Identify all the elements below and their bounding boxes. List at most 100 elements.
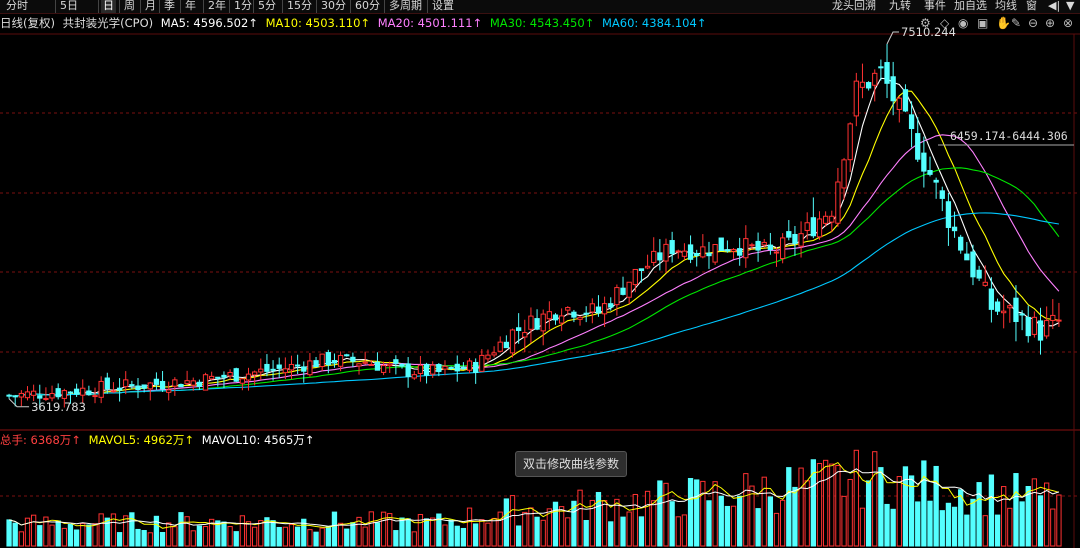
- candle-body: [110, 390, 117, 393]
- ma5-line: [9, 77, 1060, 397]
- volume-bar: [503, 498, 510, 547]
- candle-body: [1007, 305, 1013, 309]
- candle-body: [454, 363, 460, 372]
- candle-body: [123, 379, 129, 388]
- candle-body: [516, 327, 522, 331]
- candle-body: [116, 387, 123, 391]
- volume-bar: [485, 522, 491, 547]
- volume-bar: [841, 495, 847, 547]
- volume-bar: [737, 495, 743, 547]
- volume-bar: [896, 476, 902, 547]
- volume-bar: [350, 522, 356, 547]
- candle-body: [405, 363, 411, 378]
- volume-bar: [393, 530, 399, 547]
- candle-body: [282, 368, 288, 374]
- ma30-line: [9, 167, 1060, 397]
- volume-bar: [387, 513, 393, 547]
- volume-bar: [767, 496, 774, 547]
- volume-bar: [718, 495, 724, 547]
- candle-body: [908, 114, 915, 130]
- candle-body: [466, 360, 473, 371]
- volume-bar: [724, 505, 731, 547]
- volume-bar: [221, 521, 227, 547]
- volume-bar: [589, 499, 595, 547]
- candle-body: [442, 365, 448, 370]
- volume-bar: [964, 514, 970, 547]
- volume-bar: [116, 532, 123, 547]
- volume-bar: [141, 530, 147, 547]
- volume-bar: [460, 527, 467, 547]
- candle-body: [1056, 319, 1062, 322]
- volume-bar: [294, 526, 301, 547]
- volume-bar: [608, 521, 614, 547]
- candle-body: [614, 287, 620, 306]
- candle-body: [288, 363, 295, 371]
- candle-body: [1013, 297, 1019, 323]
- volume-bar: [927, 500, 933, 547]
- candle-body: [558, 315, 565, 324]
- candle-body: [270, 368, 276, 371]
- candle-body: [344, 354, 350, 357]
- volume-bar: [417, 514, 424, 547]
- candle-body: [362, 361, 368, 364]
- candle-body: [24, 391, 31, 399]
- volume-bar: [37, 525, 43, 547]
- candle-body: [865, 82, 872, 89]
- volume-bar: [172, 526, 178, 547]
- ma10-line: [9, 90, 1059, 397]
- candle-body: [30, 390, 37, 396]
- candle-body: [387, 363, 393, 367]
- volume-bar: [190, 530, 196, 547]
- volume-bar: [49, 524, 55, 547]
- volume-bar: [749, 485, 755, 547]
- candle-body: [915, 133, 921, 160]
- candle-body: [577, 316, 583, 320]
- volume-bar: [362, 526, 368, 547]
- volume-bar: [202, 526, 209, 547]
- volume-bar: [159, 532, 166, 547]
- candle-body: [356, 363, 362, 367]
- volume-bar: [129, 512, 135, 547]
- volume-bar: [915, 501, 921, 547]
- volume-bar: [644, 490, 651, 547]
- volume-bar: [540, 519, 546, 547]
- volume-bar: [994, 514, 1001, 547]
- volume-bar: [405, 518, 411, 547]
- volume-bar: [67, 523, 74, 547]
- volume-bar: [694, 479, 700, 547]
- candle-body: [166, 389, 172, 393]
- candle-body: [135, 385, 141, 391]
- candle-body: [37, 395, 43, 399]
- volume-bar: [153, 515, 160, 547]
- candle-body: [982, 281, 988, 286]
- candle-body: [245, 373, 252, 381]
- candle-body: [798, 233, 804, 247]
- candle-body: [104, 377, 110, 390]
- candle-body: [1037, 320, 1044, 341]
- candle-body: [724, 249, 731, 252]
- candle-body: [810, 217, 816, 237]
- candle-body: [546, 311, 552, 320]
- volume-bar: [104, 517, 110, 547]
- volume-bar: [233, 531, 239, 547]
- candle-body: [368, 363, 374, 366]
- candle-body: [196, 381, 203, 387]
- volume-bar: [288, 524, 295, 547]
- candle-body: [67, 391, 74, 394]
- candle-body: [534, 318, 540, 330]
- candle-body: [694, 252, 700, 257]
- volume-bar: [675, 516, 681, 547]
- range-label: 6459.174-6444.306: [950, 129, 1068, 143]
- candle-body: [657, 252, 663, 261]
- candle-body: [233, 368, 239, 382]
- volume-bar: [822, 459, 829, 547]
- candle-body: [816, 218, 823, 238]
- volume-bar: [798, 467, 804, 547]
- high-label: 7510.244: [901, 25, 956, 39]
- volume-bar: [466, 507, 473, 547]
- candle-body: [485, 354, 491, 360]
- candle-body: [933, 179, 939, 183]
- volume-bar: [423, 518, 430, 547]
- candle-body: [755, 240, 761, 251]
- low-label: 3619.783: [31, 400, 86, 414]
